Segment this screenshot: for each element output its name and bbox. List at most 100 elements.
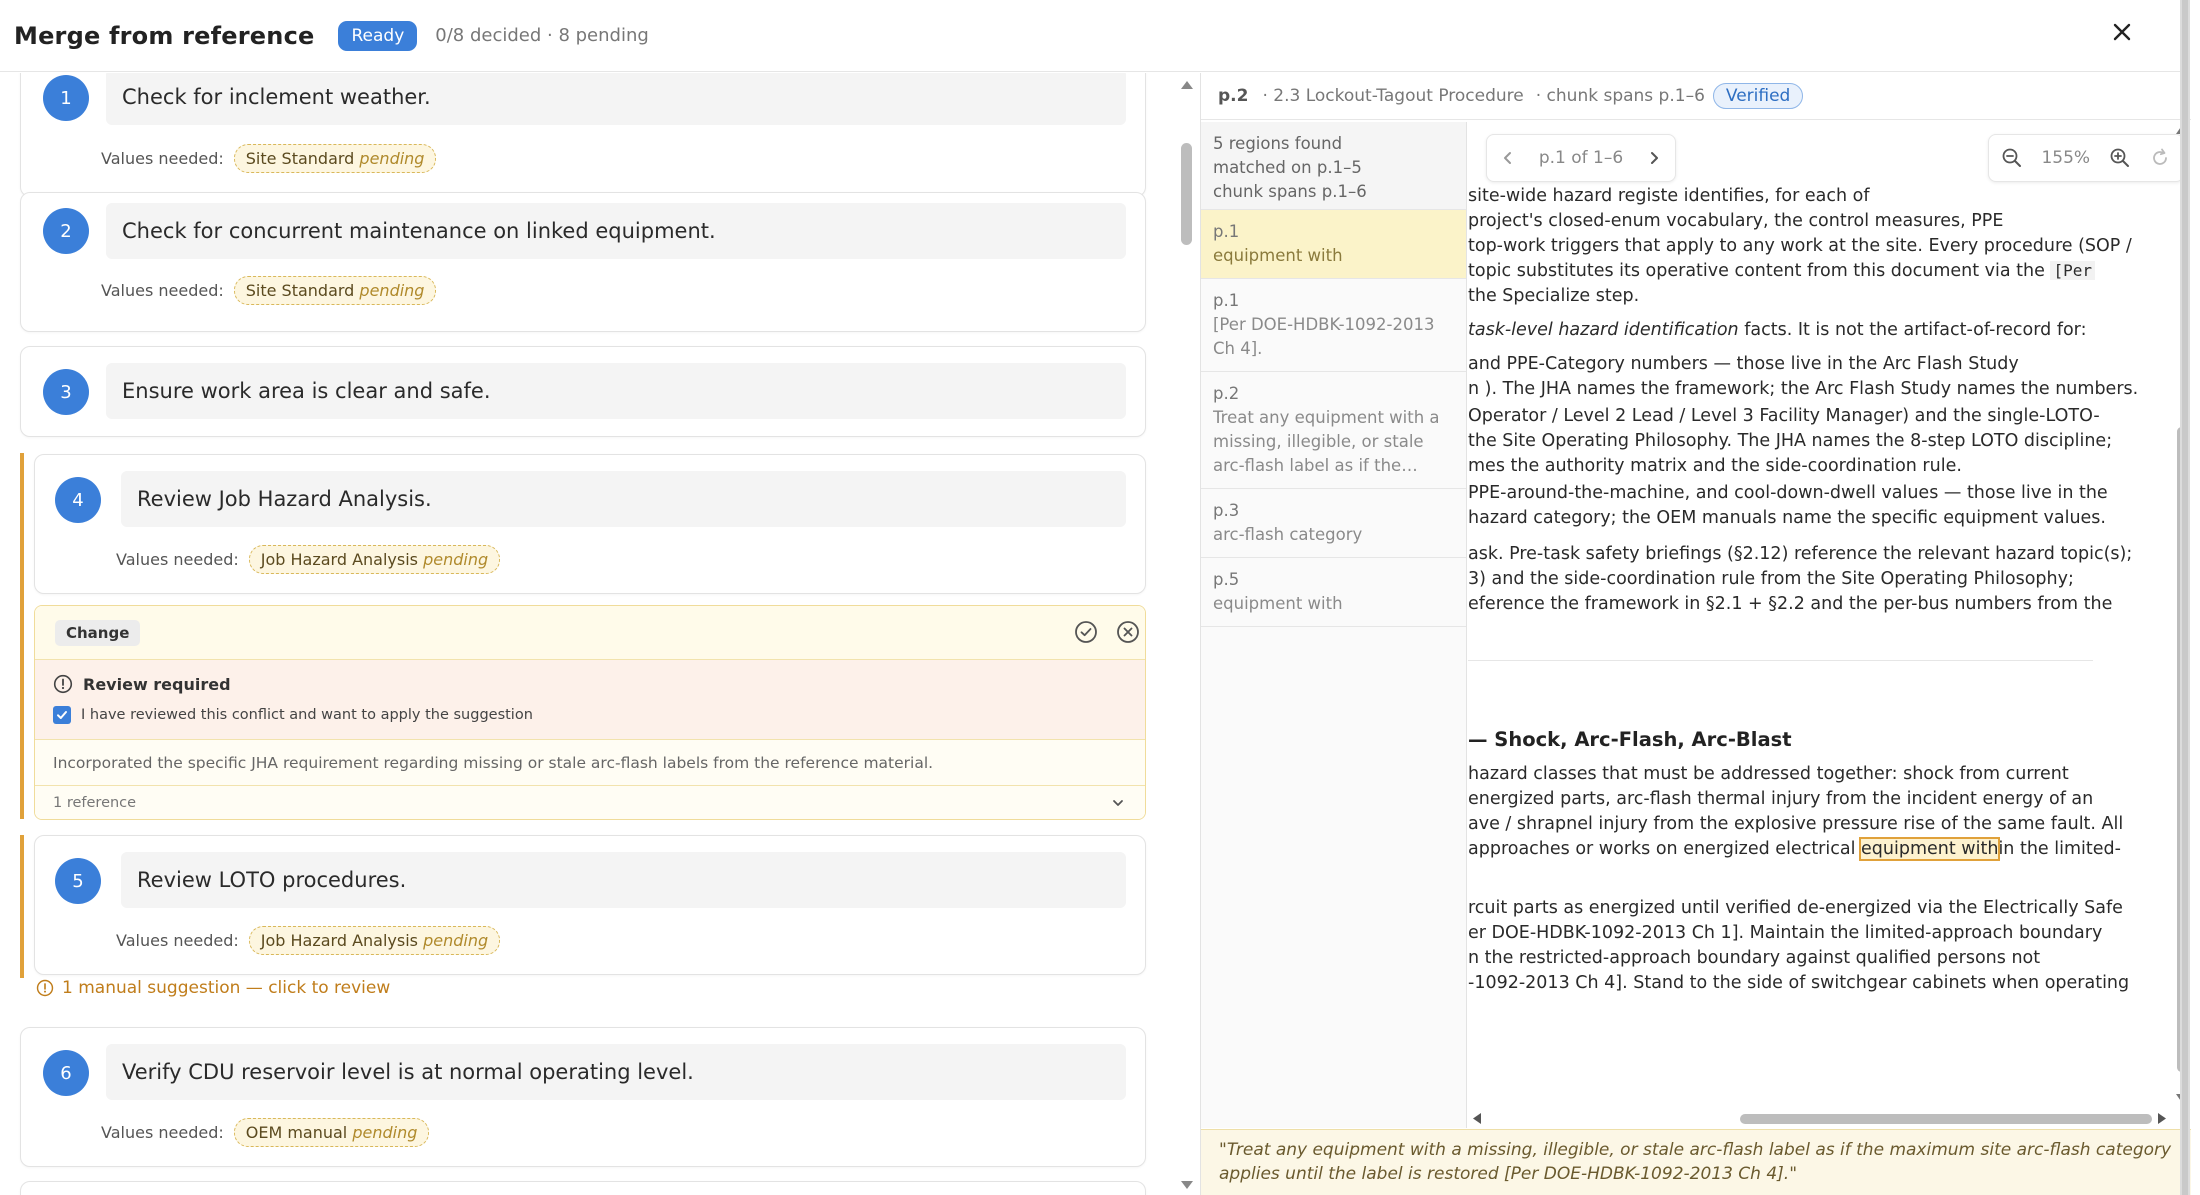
region-text: arc-flash category [1213, 525, 1363, 544]
region-page: p.2 [1213, 384, 1240, 403]
doc-line: -1092-2013 Ch 4]. Stand to the side of s… [1468, 973, 2130, 993]
chevron-down-icon [1113, 800, 1123, 806]
step-card-5: 5 Review LOTO procedures. Values needed:… [34, 835, 1146, 975]
scroll-thumb[interactable] [2182, 0, 2188, 1195]
reference-header: p.2 · 2.3 Lockout-Tagout Procedure · chu… [1201, 73, 2191, 120]
region-item[interactable]: p.1 [Per DOE-HDBK-1092-2013 Ch 4]. [1201, 279, 1466, 372]
checkmark-icon [57, 711, 67, 719]
scroll-left-arrow[interactable] [1473, 1113, 1481, 1124]
reference-count: 1 reference [53, 795, 137, 811]
values-needed: Values needed: Job Hazard Analysis pendi… [116, 926, 501, 955]
reference-pane: p.2 · 2.3 Lockout-Tagout Procedure · chu… [1200, 73, 2191, 1195]
region-text: equipment with [1213, 594, 1343, 613]
step-text[interactable]: Check for concurrent maintenance on link… [106, 203, 1126, 259]
check-circle-icon [1075, 621, 1097, 643]
step-number: 3 [43, 369, 89, 415]
region-text: equipment with [1213, 246, 1343, 265]
region-item[interactable]: p.3 arc-flash category [1201, 489, 1466, 558]
region-page: p.1 [1213, 291, 1240, 310]
review-title-text: Review required [83, 674, 231, 694]
chip-name: Site Standard [245, 149, 355, 168]
region-item[interactable]: p.2 Treat any equipment with a missing, … [1201, 372, 1466, 489]
page-indicator: p.1 of 1–6 [1538, 148, 1624, 168]
page-scrollbar[interactable] [2180, 0, 2190, 1195]
dialog-title: Merge from reference [14, 21, 315, 50]
reference-toggle[interactable]: 1 reference [35, 786, 1145, 819]
alert-circle-icon [36, 979, 54, 997]
doc-line-text: topic substitutes its operative content … [1468, 261, 2045, 281]
dialog-header: Merge from reference Ready 0/8 decided ·… [0, 0, 2190, 72]
step-text[interactable]: Review Job Hazard Analysis. [121, 471, 1126, 527]
match-highlight[interactable]: equipment with [1859, 837, 2001, 861]
doc-line: eference the framework in §2.1 + §2.2 an… [1468, 594, 2113, 614]
doc-line: mes the authority matrix and the side-co… [1468, 456, 1962, 476]
document-viewer[interactable]: site-wide hazard registe identifies, for… [1468, 122, 2191, 1128]
region-page: p.5 [1213, 570, 1240, 589]
doc-line: and PPE-Category numbers — those live in… [1468, 354, 2019, 374]
region-page: p.3 [1213, 501, 1240, 520]
doc-line: rcuit parts as energized until verified … [1468, 898, 2123, 918]
doc-line-italic: task-level hazard identification [1468, 320, 1739, 340]
regions-summary: 5 regions found matched on p.1–5 chunk s… [1201, 122, 1466, 210]
scroll-right-arrow[interactable] [2158, 1113, 2166, 1124]
scroll-thumb[interactable] [1740, 1114, 2152, 1124]
document-horizontal-scrollbar[interactable] [1468, 1108, 2171, 1128]
doc-line: topic substitutes its operative content … [1468, 259, 2095, 284]
step-card-1: 1 Check for inclement weather. Values ne… [20, 73, 1146, 197]
doc-line-text: approaches or works on energized electri… [1468, 839, 1856, 859]
values-needed: Values needed: OEM manual pending [101, 1118, 430, 1147]
manual-suggestion-link[interactable]: 1 manual suggestion — click to review [36, 978, 390, 998]
value-chip[interactable]: Site Standard pending [233, 276, 437, 305]
change-description: Incorporated the specific JHA requiremen… [35, 740, 1145, 786]
step-text[interactable]: Check for inclement weather. [106, 73, 1126, 125]
zoom-out-icon[interactable] [2001, 147, 2023, 169]
chip-status: pending [352, 1123, 418, 1142]
step-text[interactable]: Verify CDU reservoir level is at normal … [106, 1044, 1126, 1100]
value-chip[interactable]: Job Hazard Analysis pending [248, 545, 501, 574]
step-text[interactable]: Review LOTO procedures. [121, 852, 1126, 908]
step-number: 1 [43, 75, 89, 121]
scroll-thumb[interactable] [1181, 143, 1192, 245]
chevron-right-icon[interactable] [1647, 150, 1661, 166]
reference-chunk: · chunk spans p.1–6 [1535, 86, 1705, 106]
chip-name: Job Hazard Analysis [260, 931, 418, 950]
doc-inline-code: [Per [2050, 261, 2095, 280]
reject-button[interactable] [1115, 619, 1141, 645]
chip-name: Job Hazard Analysis [260, 550, 418, 569]
step-card-3: 3 Ensure work area is clear and safe. [20, 346, 1146, 437]
doc-line: n ). The JHA names the framework; the Ar… [1468, 379, 2139, 399]
accept-button[interactable] [1073, 619, 1099, 645]
review-checkbox-row[interactable]: I have reviewed this conflict and want t… [53, 706, 533, 724]
doc-line: approaches or works on energized electri… [1468, 837, 2121, 862]
region-item[interactable]: p.5 equipment with [1201, 558, 1466, 627]
regions-chunk: chunk spans p.1–6 [1213, 182, 1367, 201]
review-checkbox[interactable] [53, 706, 71, 724]
matched-quote: "Treat any equipment with a missing, ill… [1201, 1129, 2191, 1195]
doc-line-text: in the limited- [1998, 839, 2121, 859]
steps-pane[interactable]: 1 Check for inclement weather. Values ne… [0, 73, 1165, 1195]
doc-line: project's closed-enum vocabulary, the co… [1468, 211, 2004, 231]
step-number: 2 [43, 208, 89, 254]
value-chip[interactable]: Job Hazard Analysis pending [248, 926, 501, 955]
region-item[interactable]: p.1 equipment with [1201, 210, 1466, 279]
chevron-left-icon[interactable] [1501, 150, 1515, 166]
review-title: Review required [53, 674, 231, 694]
x-circle-icon [1117, 621, 1139, 643]
change-tag: Change [55, 620, 141, 646]
doc-line: er DOE-HDBK-1092-2013 Ch 1]. Maintain th… [1468, 923, 2103, 943]
value-chip[interactable]: OEM manual pending [233, 1118, 430, 1147]
zoom-in-icon[interactable] [2109, 147, 2131, 169]
steps-scrollbar[interactable] [1176, 73, 1196, 1195]
review-required-box: Review required I have reviewed this con… [35, 660, 1145, 740]
scroll-down-arrow[interactable] [1181, 1181, 1193, 1189]
value-chip[interactable]: Site Standard pending [233, 144, 437, 173]
zoom-controls: 155% [1988, 134, 2184, 182]
scroll-up-arrow[interactable] [1181, 81, 1193, 89]
step-card-7 [20, 1181, 1146, 1195]
close-button[interactable] [2102, 12, 2142, 52]
close-icon [2113, 23, 2131, 41]
verified-badge: Verified [1712, 83, 1804, 109]
reset-zoom-icon[interactable] [2149, 147, 2171, 169]
doc-line: Operator / Level 2 Lead / Level 3 Facili… [1468, 406, 2100, 426]
step-text[interactable]: Ensure work area is clear and safe. [106, 363, 1126, 419]
